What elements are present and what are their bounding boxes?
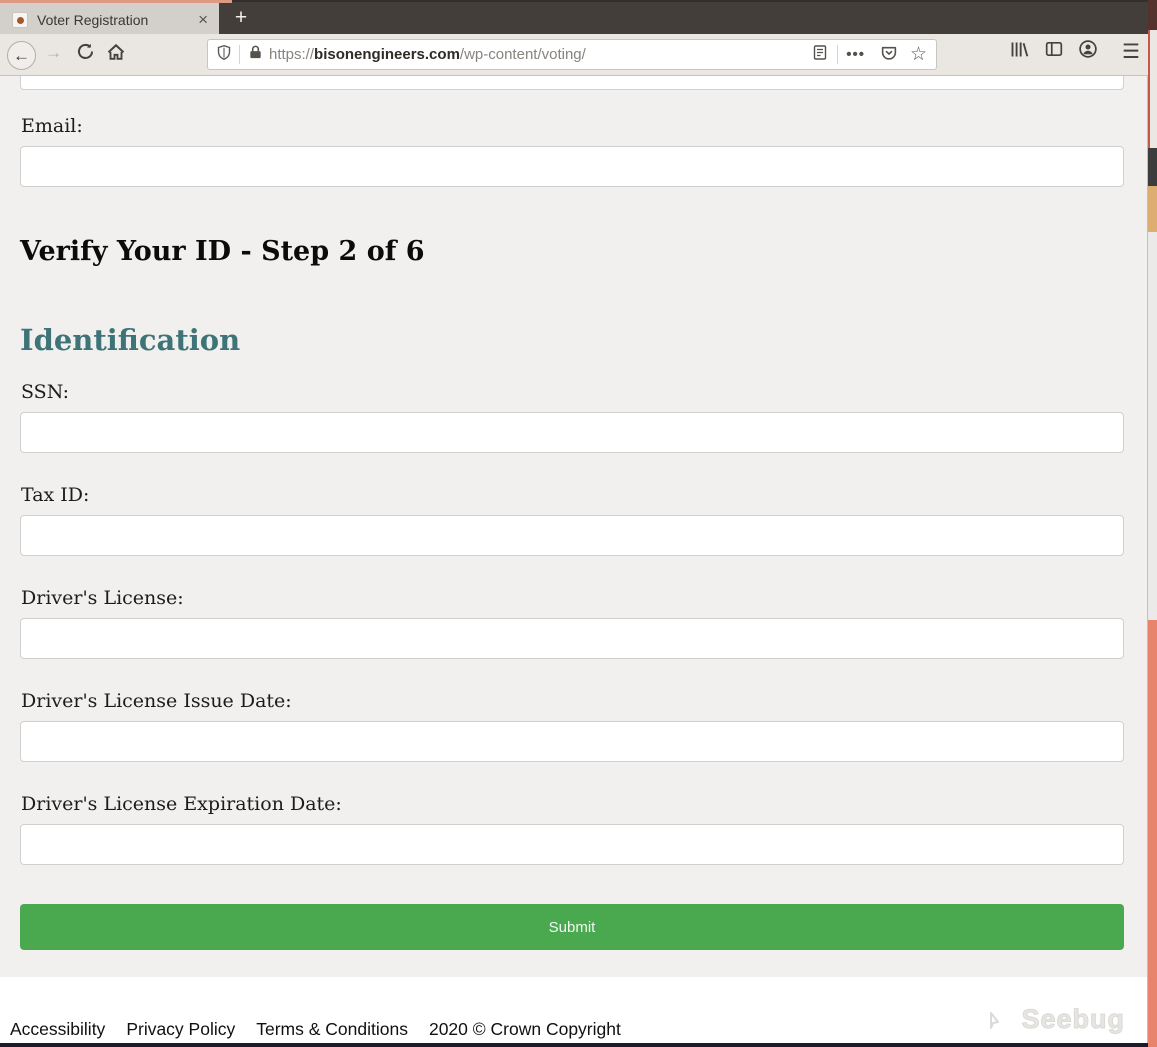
reader-mode-icon[interactable] <box>812 44 828 66</box>
sidebar-icon[interactable] <box>1044 40 1064 63</box>
urlbar-separator-2 <box>837 45 839 64</box>
url-domain: bisonengineers.com <box>314 46 460 63</box>
browser-window: Voter Registration × + ← → https://bison… <box>0 0 1148 1047</box>
back-button[interactable]: ← <box>7 41 36 70</box>
license-expiration-date-label: Driver's License Expiration Date: <box>21 793 342 815</box>
menu-hamburger-icon[interactable]: ☰ <box>1122 39 1140 64</box>
page-footer: Seebug Accessibility Privacy Policy Term… <box>0 977 1148 1047</box>
ssn-label: SSN: <box>21 381 70 403</box>
toolbar-right-cluster: ☰ <box>1009 39 1140 64</box>
account-icon[interactable] <box>1078 39 1098 64</box>
urlbar-separator <box>239 45 240 64</box>
edge-segment <box>1148 30 1157 148</box>
license-expiration-date-input[interactable] <box>20 824 1124 865</box>
forward-button[interactable]: → <box>45 43 62 63</box>
ssn-input[interactable] <box>20 412 1124 453</box>
identification-heading: Identification <box>20 323 241 357</box>
edge-segment <box>1148 620 1157 1047</box>
license-issue-date-label: Driver's License Issue Date: <box>21 690 292 712</box>
tax-id-label: Tax ID: <box>21 484 90 506</box>
seebug-watermark-text: Seebug <box>1021 1003 1125 1034</box>
url-scheme: https:// <box>269 46 315 63</box>
url-text[interactable]: https://bisonengineers.com/wp-content/vo… <box>269 46 803 63</box>
edge-segment <box>1148 148 1157 186</box>
step-heading: Verify Your ID - Step 2 of 6 <box>20 236 425 267</box>
library-icon[interactable] <box>1009 40 1030 64</box>
home-icon[interactable] <box>106 42 126 67</box>
submit-button[interactable]: Submit <box>20 904 1124 950</box>
footer-links: Accessibility Privacy Policy Terms & Con… <box>10 1019 621 1040</box>
email-label: Email: <box>21 115 83 137</box>
bookmark-star-icon[interactable]: ☆ <box>910 43 927 66</box>
url-bar[interactable]: https://bisonengineers.com/wp-content/vo… <box>207 39 937 70</box>
edge-segment <box>1148 0 1157 30</box>
new-tab-button[interactable]: + <box>228 6 254 32</box>
footer-copyright: 2020 © Crown Copyright <box>428 1019 621 1039</box>
tracking-protection-shield-icon[interactable] <box>216 44 232 66</box>
page-actions-icon[interactable]: ••• <box>846 46 865 63</box>
tab-title: Voter Registration <box>37 11 149 28</box>
footer-link-privacy-policy[interactable]: Privacy Policy <box>126 1019 235 1040</box>
page-favicon <box>12 11 28 28</box>
tab-bar: Voter Registration × + <box>0 0 1148 36</box>
drivers-license-input[interactable] <box>20 618 1124 659</box>
drivers-license-label: Driver's License: <box>21 587 184 609</box>
edge-segment <box>1148 232 1157 620</box>
tab-voter-registration[interactable]: Voter Registration × <box>0 3 219 36</box>
tab-close-icon[interactable]: × <box>195 11 211 28</box>
reload-icon[interactable] <box>76 42 95 66</box>
seebug-watermark: Seebug <box>975 999 1125 1039</box>
page-content: Email: Verify Your ID - Step 2 of 6 Iden… <box>0 49 1148 977</box>
lock-icon[interactable] <box>248 44 263 65</box>
tax-id-input[interactable] <box>20 515 1124 556</box>
email-input[interactable] <box>20 146 1124 187</box>
background-window-edge <box>1148 0 1157 1047</box>
edge-segment <box>1148 186 1157 232</box>
footer-link-accessibility[interactable]: Accessibility <box>10 1019 105 1040</box>
navigation-toolbar: ← → https://bisonengineers.com/wp-conten… <box>0 34 1148 76</box>
url-path: /wp-content/voting/ <box>459 46 586 63</box>
pocket-save-icon[interactable] <box>880 44 898 66</box>
footer-link-terms[interactable]: Terms & Conditions <box>256 1019 408 1040</box>
footer-bottom-bar <box>0 1043 1148 1047</box>
license-issue-date-input[interactable] <box>20 721 1124 762</box>
seebug-logo-icon <box>990 1012 1000 1029</box>
